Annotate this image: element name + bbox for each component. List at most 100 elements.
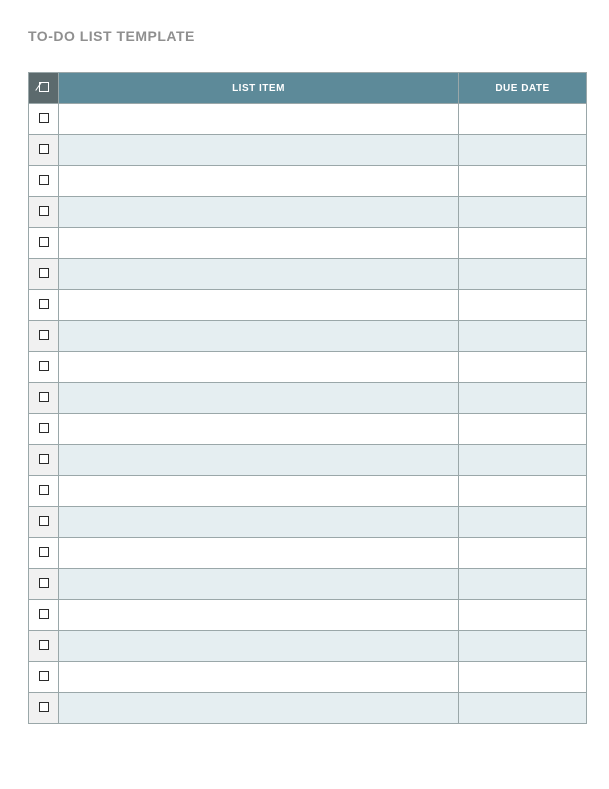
table-row [29, 569, 587, 600]
checkbox-cell[interactable] [29, 135, 59, 166]
table-row [29, 104, 587, 135]
due-date-cell[interactable] [459, 693, 587, 724]
checkbox-icon[interactable] [39, 361, 49, 371]
table-row [29, 290, 587, 321]
checkbox-cell[interactable] [29, 383, 59, 414]
due-date-cell[interactable] [459, 104, 587, 135]
checkbox-icon[interactable] [39, 640, 49, 650]
due-date-cell[interactable] [459, 445, 587, 476]
list-item-cell[interactable] [59, 693, 459, 724]
due-date-cell[interactable] [459, 631, 587, 662]
checkbox-cell[interactable] [29, 569, 59, 600]
due-date-cell[interactable] [459, 197, 587, 228]
table-row [29, 507, 587, 538]
due-date-cell[interactable] [459, 476, 587, 507]
due-date-cell[interactable] [459, 662, 587, 693]
checkbox-icon[interactable] [39, 671, 49, 681]
checkbox-icon[interactable] [39, 485, 49, 495]
list-item-cell[interactable] [59, 507, 459, 538]
table-row [29, 166, 587, 197]
due-date-cell[interactable] [459, 600, 587, 631]
checkbox-cell[interactable] [29, 693, 59, 724]
table-row [29, 352, 587, 383]
checkbox-icon[interactable] [39, 206, 49, 216]
table-row [29, 445, 587, 476]
checkbox-cell[interactable] [29, 259, 59, 290]
due-date-cell[interactable] [459, 538, 587, 569]
list-item-cell[interactable] [59, 414, 459, 445]
list-item-cell[interactable] [59, 352, 459, 383]
checkbox-cell[interactable] [29, 166, 59, 197]
checkbox-icon[interactable] [39, 516, 49, 526]
checkbox-cell[interactable] [29, 631, 59, 662]
checkbox-cell[interactable] [29, 290, 59, 321]
checkbox-icon[interactable] [39, 423, 49, 433]
due-date-cell[interactable] [459, 290, 587, 321]
table-row [29, 383, 587, 414]
due-date-cell[interactable] [459, 166, 587, 197]
list-item-cell[interactable] [59, 321, 459, 352]
list-item-cell[interactable] [59, 166, 459, 197]
due-date-cell[interactable] [459, 414, 587, 445]
checkbox-cell[interactable] [29, 414, 59, 445]
due-date-cell[interactable] [459, 228, 587, 259]
checkbox-cell[interactable] [29, 104, 59, 135]
checkbox-cell[interactable] [29, 321, 59, 352]
checkbox-icon[interactable] [39, 113, 49, 123]
checkbox-icon[interactable] [39, 237, 49, 247]
list-item-cell[interactable] [59, 104, 459, 135]
table-row [29, 631, 587, 662]
due-date-cell[interactable] [459, 383, 587, 414]
due-date-cell[interactable] [459, 507, 587, 538]
checkbox-cell[interactable] [29, 352, 59, 383]
list-item-cell[interactable] [59, 197, 459, 228]
header-check [29, 73, 59, 104]
list-item-cell[interactable] [59, 290, 459, 321]
checkbox-icon[interactable] [39, 299, 49, 309]
checkbox-cell[interactable] [29, 538, 59, 569]
checkbox-icon[interactable] [39, 578, 49, 588]
table-header-row: LIST ITEM DUE DATE [29, 73, 587, 104]
list-item-cell[interactable] [59, 135, 459, 166]
checkbox-cell[interactable] [29, 662, 59, 693]
checkbox-icon[interactable] [39, 702, 49, 712]
list-item-cell[interactable] [59, 662, 459, 693]
todo-table: LIST ITEM DUE DATE [28, 72, 587, 724]
checkmark-icon [39, 82, 49, 92]
list-item-cell[interactable] [59, 476, 459, 507]
checkbox-cell[interactable] [29, 228, 59, 259]
checkbox-icon[interactable] [39, 609, 49, 619]
table-row [29, 135, 587, 166]
checkbox-icon[interactable] [39, 330, 49, 340]
list-item-cell[interactable] [59, 631, 459, 662]
checkbox-cell[interactable] [29, 445, 59, 476]
list-item-cell[interactable] [59, 228, 459, 259]
table-row [29, 197, 587, 228]
due-date-cell[interactable] [459, 352, 587, 383]
checkbox-icon[interactable] [39, 547, 49, 557]
checkbox-cell[interactable] [29, 197, 59, 228]
checkbox-icon[interactable] [39, 268, 49, 278]
checkbox-cell[interactable] [29, 507, 59, 538]
table-row [29, 476, 587, 507]
checkbox-cell[interactable] [29, 476, 59, 507]
list-item-cell[interactable] [59, 445, 459, 476]
checkbox-icon[interactable] [39, 175, 49, 185]
checkbox-cell[interactable] [29, 600, 59, 631]
due-date-cell[interactable] [459, 321, 587, 352]
due-date-cell[interactable] [459, 569, 587, 600]
table-row [29, 538, 587, 569]
table-row [29, 414, 587, 445]
table-row [29, 321, 587, 352]
table-row [29, 600, 587, 631]
list-item-cell[interactable] [59, 259, 459, 290]
list-item-cell[interactable] [59, 600, 459, 631]
due-date-cell[interactable] [459, 135, 587, 166]
list-item-cell[interactable] [59, 383, 459, 414]
list-item-cell[interactable] [59, 569, 459, 600]
due-date-cell[interactable] [459, 259, 587, 290]
checkbox-icon[interactable] [39, 454, 49, 464]
checkbox-icon[interactable] [39, 392, 49, 402]
list-item-cell[interactable] [59, 538, 459, 569]
checkbox-icon[interactable] [39, 144, 49, 154]
